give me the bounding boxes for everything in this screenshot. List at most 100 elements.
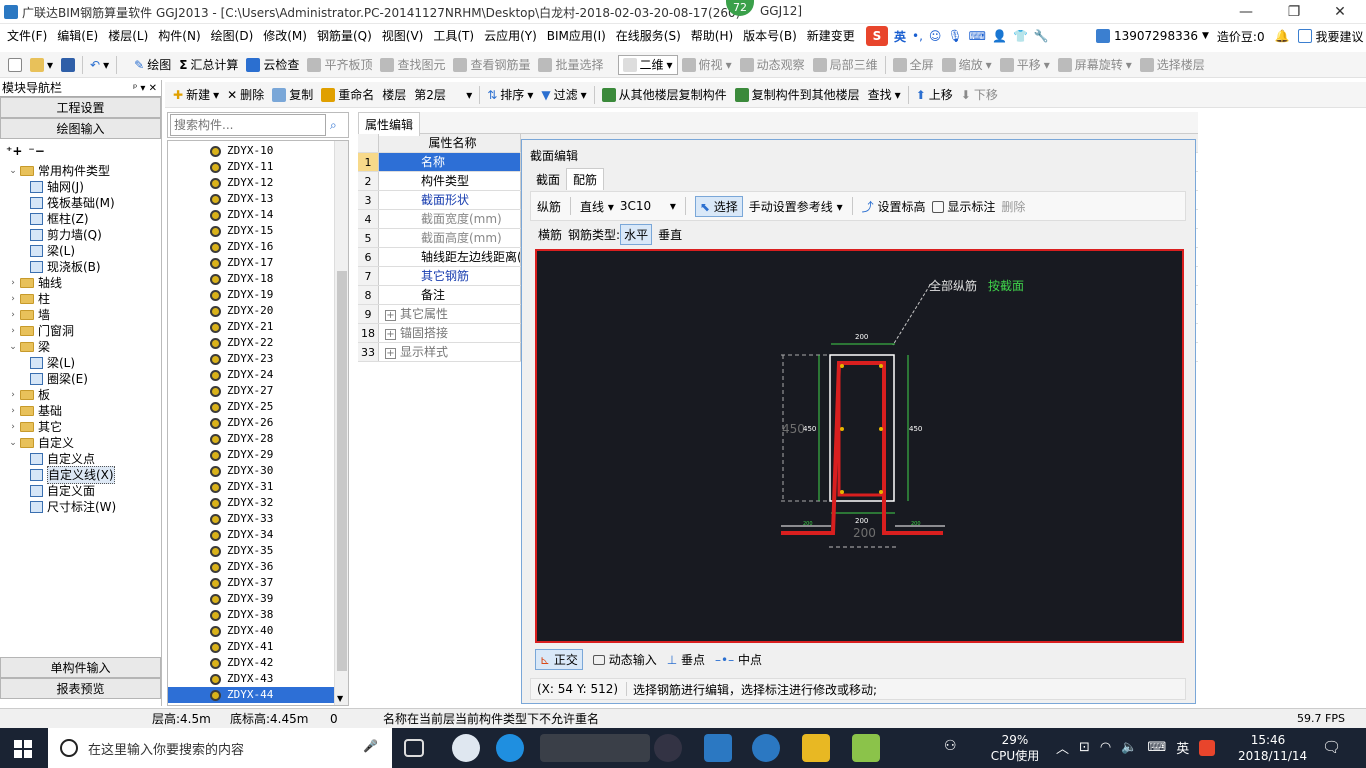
price-beans[interactable]: 造价豆:0 xyxy=(1217,28,1265,45)
component-list-item[interactable]: ZDYX-35 xyxy=(168,543,348,559)
wrench-icon[interactable]: 🔧 xyxy=(1034,29,1049,43)
view-mode-select[interactable]: 二维 ▾ xyxy=(617,54,678,75)
suggest-link[interactable]: 我要建议 xyxy=(1316,28,1364,45)
tree-item[interactable]: 自定义面 xyxy=(8,483,161,499)
account-phone[interactable]: 13907298336 xyxy=(1114,29,1198,43)
find-elem-button[interactable]: 查找图元 xyxy=(376,54,449,76)
tree-folder[interactable]: › 轴线 xyxy=(8,275,161,291)
tree-folder[interactable]: ⌄ 自定义 xyxy=(8,435,161,451)
menu-item[interactable]: 文件(F) xyxy=(2,24,52,48)
tree-item[interactable]: 现浇板(B) xyxy=(8,259,161,275)
top-view-button[interactable]: 俯视 ▾ xyxy=(678,54,736,76)
fullscreen-button[interactable]: 全屏 xyxy=(889,54,938,76)
sogou-tray-icon[interactable] xyxy=(1199,739,1216,756)
tree-folder[interactable]: › 门窗洞 xyxy=(8,323,161,339)
tree-folder[interactable]: › 基础 xyxy=(8,403,161,419)
chevron-right-icon[interactable]: › xyxy=(8,323,18,339)
component-list-item[interactable]: ZDYX-20 xyxy=(168,303,348,319)
task-view-icon[interactable] xyxy=(404,739,424,757)
menu-item[interactable]: 楼层(L) xyxy=(103,24,153,48)
single-input-button[interactable]: 单构件输入 xyxy=(0,657,161,678)
component-list-item[interactable]: ZDYX-24 xyxy=(168,367,348,383)
section-canvas[interactable]: 全部纵筋 按截面 450 200 450 450 200 200 200 200 xyxy=(535,249,1184,643)
component-list-item[interactable]: ZDYX-13 xyxy=(168,191,348,207)
proj-settings-button[interactable]: 工程设置 xyxy=(0,97,161,118)
network-icon[interactable]: ⊡ xyxy=(1079,740,1090,755)
component-list-item[interactable]: ZDYX-39 xyxy=(168,591,348,607)
component-list-item[interactable]: ZDYX-19 xyxy=(168,287,348,303)
wifi-icon[interactable]: ◠ xyxy=(1100,740,1111,755)
component-list-item[interactable]: ZDYX-37 xyxy=(168,575,348,591)
copy-from-floor-button[interactable]: 从其他楼层复制构件 xyxy=(598,84,731,106)
move-down-button[interactable]: ⬇ 下移 xyxy=(957,84,1002,106)
new-component-button[interactable]: ✚ 新建 ▾ xyxy=(169,84,223,106)
draw-button[interactable]: ✎ 绘图 xyxy=(130,54,175,76)
punct-icon[interactable]: •, xyxy=(912,29,923,43)
tree-item[interactable]: 筏板基础(M) xyxy=(8,195,161,211)
menu-item[interactable]: 钢筋量(Q) xyxy=(312,24,377,48)
notes-icon[interactable] xyxy=(802,734,830,762)
component-list-item[interactable]: ZDYX-25 xyxy=(168,399,348,415)
shirt-icon[interactable]: 👕 xyxy=(1013,29,1028,43)
view-rebar-button[interactable]: 查看钢筋量 xyxy=(449,54,534,76)
tab-rebar[interactable]: 配筋 xyxy=(566,168,605,190)
component-list-item[interactable]: ZDYX-18 xyxy=(168,271,348,287)
component-list-item[interactable]: ZDYX-10 xyxy=(168,143,348,159)
flat-slab-button[interactable]: 平齐板顶 xyxy=(303,54,376,76)
tree-folder[interactable]: › 柱 xyxy=(8,291,161,307)
ie-icon[interactable] xyxy=(496,734,524,762)
component-list-item[interactable]: ZDYX-30 xyxy=(168,463,348,479)
tree-item[interactable]: 圈梁(E) xyxy=(8,371,161,387)
menu-item[interactable]: 版本号(B) xyxy=(738,24,802,48)
component-list-item[interactable]: ZDYX-43 xyxy=(168,671,348,687)
menu-item[interactable]: 新建变更 xyxy=(802,24,860,48)
filter-button[interactable]: ▼ 过滤 ▾ xyxy=(537,84,590,106)
transverse-label[interactable]: 横筋 xyxy=(538,226,562,243)
tree-folder[interactable]: › 墙 xyxy=(8,307,161,323)
tab-section[interactable]: 截面 xyxy=(530,169,566,190)
component-list-item[interactable]: ZDYX-32 xyxy=(168,495,348,511)
delete-component-button[interactable]: ✕ 删除 xyxy=(223,84,268,106)
component-list-item[interactable]: ZDYX-17 xyxy=(168,255,348,271)
glodon-icon[interactable] xyxy=(704,734,732,762)
ortho-button[interactable]: ⊾ 正交 xyxy=(535,648,583,670)
rotate-button[interactable]: 屏幕旋转 ▾ xyxy=(1054,54,1136,76)
expand-icon[interactable]: + xyxy=(385,310,396,321)
windows-start-icon[interactable] xyxy=(14,740,32,758)
restore-button[interactable]: ❐ xyxy=(1274,2,1314,22)
bell-icon[interactable]: 🔔 xyxy=(1275,29,1290,43)
report-preview-button[interactable]: 报表预览 xyxy=(0,678,161,699)
select-button[interactable]: ⬉ 选择 xyxy=(694,195,743,217)
taskbar-search[interactable]: 在这里输入你要搜索的内容 🎤 xyxy=(48,728,392,768)
batch-select-button[interactable]: 批量选择 xyxy=(534,54,607,76)
emoji-icon[interactable]: ☺ xyxy=(929,29,942,43)
component-list-item[interactable]: ZDYX-38 xyxy=(168,607,348,623)
close-button[interactable]: ✕ xyxy=(1320,2,1360,22)
dynamic-view-button[interactable]: 动态观察 xyxy=(736,54,809,76)
chevron-right-icon[interactable]: › xyxy=(8,419,18,435)
taskbar-search-input[interactable]: 在这里输入你要搜索的内容 xyxy=(88,739,244,758)
midpoint-button[interactable]: –•– 中点 xyxy=(715,651,762,668)
pan-button[interactable]: 平移 ▾ xyxy=(996,54,1054,76)
browser-window-icon[interactable] xyxy=(540,734,650,762)
sort-button[interactable]: ⇅ 排序 ▾ xyxy=(483,84,537,106)
menu-item[interactable]: 修改(M) xyxy=(258,24,312,48)
mic-icon[interactable]: 🎤 xyxy=(363,739,378,753)
collapse-all-icon[interactable]: ⁻− xyxy=(28,144,44,158)
component-search-input[interactable] xyxy=(170,114,326,136)
floor-select-button[interactable]: 选择楼层 xyxy=(1136,54,1209,76)
dyn-input-button[interactable]: 动态输入 xyxy=(592,651,657,668)
clock[interactable]: 15:46 2018/11/14 xyxy=(1238,732,1307,764)
chevron-right-icon[interactable]: › xyxy=(8,387,18,403)
local-3d-button[interactable]: 局部三维 xyxy=(809,54,882,76)
tree-item[interactable]: 剪力墙(Q) xyxy=(8,227,161,243)
panel-controls[interactable]: ᵖ ▾ ✕ xyxy=(133,80,157,97)
menu-item[interactable]: 云应用(Y) xyxy=(479,24,542,48)
perp-button[interactable]: ⊥ 垂点 xyxy=(667,651,705,668)
expand-icon[interactable]: + xyxy=(385,348,396,359)
menu-item[interactable]: 帮助(H) xyxy=(686,24,738,48)
chrome-icon[interactable] xyxy=(654,734,682,762)
component-list-item[interactable]: ZDYX-23 xyxy=(168,351,348,367)
tree-expand-collapse[interactable]: ⁺+ ⁻− xyxy=(0,139,161,163)
user-icon[interactable]: 👤 xyxy=(992,29,1007,43)
